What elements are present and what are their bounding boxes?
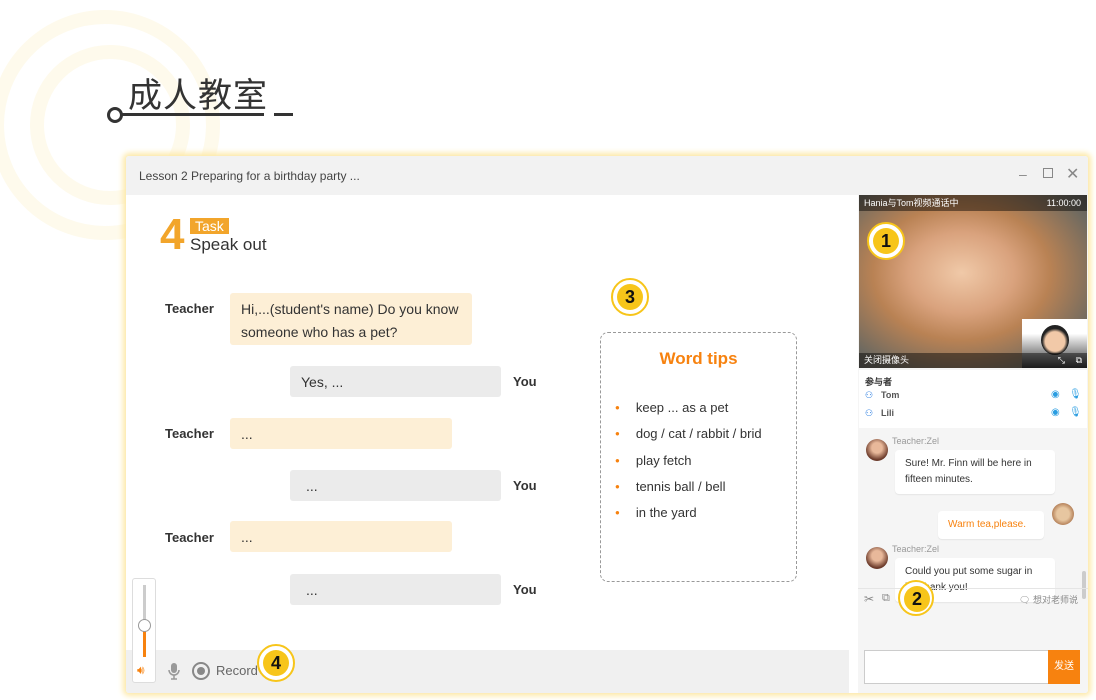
chat-sender: Teacher:Zel <box>892 436 940 446</box>
video-caption: Hania与Tom视频通话中 <box>864 198 959 208</box>
user-icon: ⚇ <box>865 390 874 400</box>
divider <box>274 113 293 116</box>
window-title: Lesson 2 Preparing for a birthday party … <box>139 169 360 183</box>
send-button[interactable]: 发送 <box>1048 650 1080 684</box>
page-title: 成人教室 <box>128 76 268 116</box>
word-tip: keep ... as a pet <box>615 395 762 421</box>
task-title: Speak out <box>190 235 267 254</box>
speaker-volume-icon[interactable]: 🔊︎ <box>137 663 145 678</box>
side-panel: Hania与Tom视频通话中 11:00:00 关闭摄像头 ⤡ ⧉ 1 参与者 … <box>858 195 1088 693</box>
record-icon[interactable] <box>192 662 210 680</box>
teacher-avatar <box>866 439 888 461</box>
bottom-toolbar: Record 4 <box>126 644 849 693</box>
chat-message: Warm tea,please. <box>938 511 1044 539</box>
participants-title: 参与者 <box>865 377 893 387</box>
microphone-icon[interactable]: 🎙︎ <box>1069 389 1082 400</box>
step-badge-1: 1 <box>867 222 905 260</box>
teacher-video: Hania与Tom视频通话中 11:00:00 关闭摄像头 ⤡ ⧉ 1 <box>859 195 1087 368</box>
switch-icon[interactable]: ⤡ <box>1058 353 1065 368</box>
lesson-content: 4 Task Speak out Teacher Hi,...(student'… <box>126 195 849 650</box>
step-badge-2: 2 <box>898 580 934 616</box>
speaker-label: Teacher <box>165 426 214 441</box>
step-badge-4: 4 <box>257 644 295 682</box>
close-icon[interactable]: ✕ <box>1066 164 1079 184</box>
word-tip: play fetch <box>615 448 762 474</box>
scissors-icon[interactable]: ✂ <box>864 592 874 606</box>
participant-name: Tom <box>881 390 900 400</box>
volume-handle[interactable] <box>138 618 151 632</box>
word-tips-box: Word tips keep ... as a pet dog / cat / … <box>600 332 797 582</box>
say-to-teacher-button[interactable]: 🗨︎ 想对老师说 <box>1019 593 1078 606</box>
participant-name: Lili <box>881 408 894 418</box>
video-footer: 关闭摄像头 ⤡ ⧉ <box>859 353 1087 368</box>
chat-scrollbar[interactable] <box>1082 571 1086 599</box>
task-tag: Task <box>190 218 229 234</box>
call-timer: 11:00:00 <box>1046 198 1081 208</box>
video-header: Hania与Tom视频通话中 11:00:00 <box>859 195 1087 211</box>
teacher-avatar <box>866 547 888 569</box>
translate-icon[interactable]: ⧉ <box>882 592 890 605</box>
maximize-icon[interactable] <box>1043 168 1053 178</box>
chat-sender: Teacher:Zel <box>892 544 940 554</box>
divider <box>116 113 264 116</box>
microphone-icon[interactable]: 🎙︎ <box>1069 407 1082 418</box>
dialogue-bubble: ... <box>230 418 452 449</box>
word-tip: tennis ball / bell <box>615 474 762 500</box>
dialogue-bubble: Yes, ... <box>290 366 501 397</box>
webcam-icon[interactable]: ◉ <box>1051 407 1060 418</box>
camera-off-button[interactable]: 关闭摄像头 <box>864 355 909 365</box>
divider <box>858 588 1088 589</box>
task-number: 4 <box>160 210 185 259</box>
volume-slider[interactable]: 🔊︎ <box>132 578 156 683</box>
title-bar: Lesson 2 Preparing for a birthday party … <box>126 156 1088 195</box>
dialogue-bubble: Hi,...(student's name) Do you know someo… <box>230 293 472 345</box>
decor-circle <box>107 107 123 123</box>
participants-panel: 参与者 ⚇ Tom ◉ 🎙︎ ⚇ Lili ◉ 🎙︎ <box>859 370 1087 428</box>
word-tip: dog / cat / rabbit / brid <box>615 421 762 447</box>
dialogue-bubble: ... <box>290 574 501 605</box>
speaker-label: Teacher <box>165 301 214 316</box>
word-tip: in the yard <box>615 500 762 526</box>
chat-message: Sure! Mr. Finn will be here in fifteen m… <box>895 450 1055 494</box>
word-tips-title: Word tips <box>659 349 738 368</box>
speaker-label: You <box>513 478 537 493</box>
speaker-label: You <box>513 374 537 389</box>
speaker-label: Teacher <box>165 530 214 545</box>
user-avatar <box>1052 503 1074 525</box>
say-to-teacher-label: 想对老师说 <box>1032 595 1078 605</box>
webcam-icon[interactable]: ◉ <box>1051 389 1060 400</box>
minimize-icon[interactable]: – <box>1019 166 1027 182</box>
picture-in-picture-icon[interactable]: ⧉ <box>1076 353 1082 368</box>
step-badge-3: 3 <box>611 278 649 316</box>
classroom-window: Lesson 2 Preparing for a birthday party … <box>126 156 1088 693</box>
chat-input[interactable] <box>864 650 1049 684</box>
dialogue-bubble: ... <box>290 470 501 501</box>
record-button[interactable]: Record <box>216 663 258 678</box>
dialogue-bubble: ... <box>230 521 452 552</box>
group-user-icon: ⚇ <box>865 408 874 418</box>
speaker-label: You <box>513 582 537 597</box>
microphone-icon[interactable] <box>166 662 182 680</box>
